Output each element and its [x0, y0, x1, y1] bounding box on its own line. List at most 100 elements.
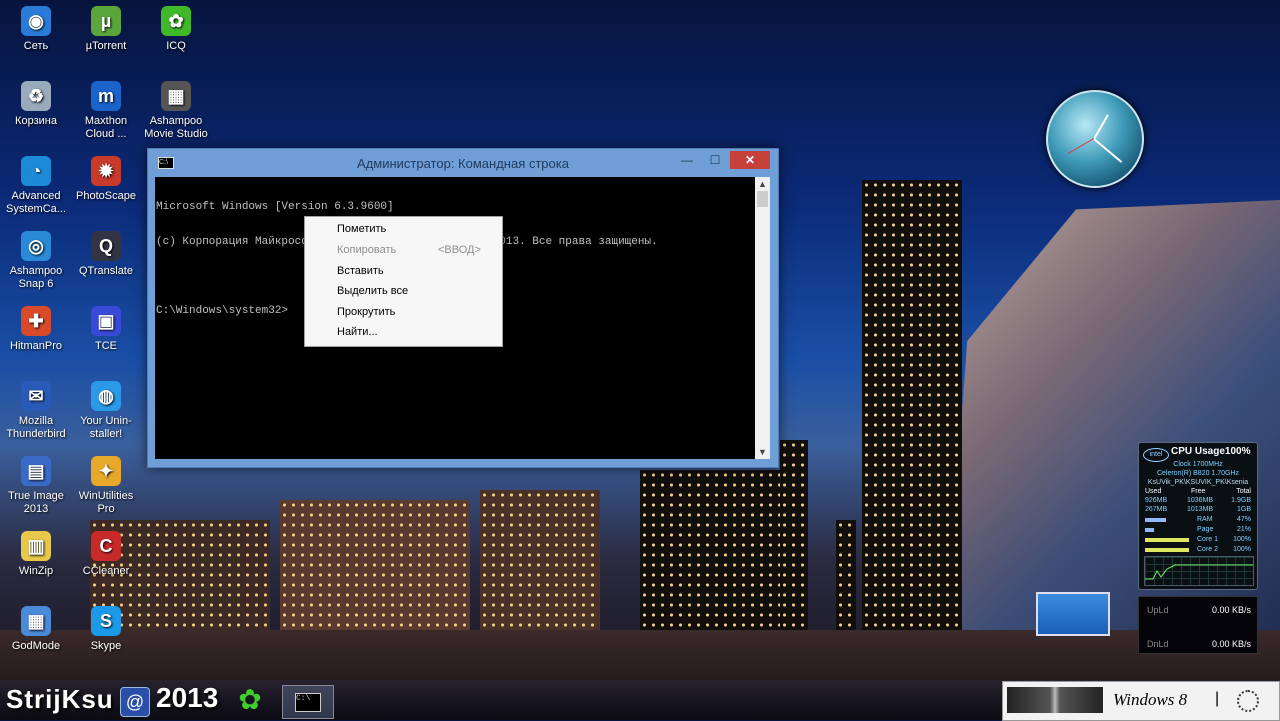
- menu-item-paste[interactable]: Вставить: [337, 265, 384, 277]
- desktop-icon[interactable]: ▦ Ashampoo Movie Studio: [140, 81, 212, 141]
- desktop-icon-label: TCE: [95, 340, 117, 352]
- desktop-icon[interactable]: ✚ HitmanPro: [0, 306, 72, 353]
- desktop-icon-label: WinUtilities Pro: [78, 490, 134, 515]
- desktop-icon-label: Your Unin-staller!: [80, 415, 132, 440]
- network-icon: ◉: [21, 6, 51, 36]
- cmd-titlebar[interactable]: C:\ Администратор: Командная строка — ☐ …: [148, 149, 778, 177]
- minimize-button[interactable]: —: [674, 151, 700, 169]
- menu-item-find[interactable]: Найти...: [337, 326, 378, 338]
- meter-value: 21%: [1236, 526, 1251, 533]
- menu-item-select-all[interactable]: Выделить все: [337, 285, 408, 297]
- desktop-icon[interactable]: m Maxthon Cloud ...: [70, 81, 142, 141]
- menu-item-copy-shortcut: <ВВОД>: [438, 244, 481, 256]
- cmd-taskbar-button[interactable]: C:\: [282, 685, 334, 719]
- clock-gadget[interactable]: [1046, 90, 1144, 188]
- desktop-icon[interactable]: ▤ True Image 2013: [0, 456, 72, 516]
- meter-value: 47%: [1236, 516, 1251, 523]
- desktop-icon[interactable]: ▣ TCE: [70, 306, 142, 353]
- true-image-icon: ▤: [21, 456, 51, 486]
- mem-header: Free: [1191, 488, 1206, 495]
- advanced-systemcare-icon: ◔: [21, 156, 51, 186]
- ccleaner-icon: C: [91, 531, 121, 561]
- cpu-usage-title: CPU Usage100%: [1171, 446, 1251, 457]
- meter-label: Core 2: [1197, 546, 1219, 553]
- desktop-icon-label: Сеть: [23, 40, 49, 52]
- desktop-icon[interactable]: C CCleaner: [70, 531, 142, 578]
- skype-icon: S: [91, 606, 121, 636]
- desktop-icon-label: Maxthon Cloud ...: [84, 115, 128, 140]
- desktop-icon[interactable]: ✿ ICQ: [140, 6, 212, 53]
- desktop-icon-label: µTorrent: [85, 40, 127, 52]
- desktop-icon[interactable]: ◍ Your Unin-staller!: [70, 381, 142, 441]
- winzip-icon: ▥: [21, 531, 51, 561]
- windows8-logo-bar: [1007, 687, 1103, 713]
- context-menu: Пометить Копировать <ВВОД> Вставить Выде…: [304, 216, 503, 347]
- desktop-icon[interactable]: ▦ GodMode: [0, 606, 72, 653]
- desktop-icon[interactable]: ✦ WinUtilities Pro: [70, 456, 142, 516]
- clock-second-hand: [1067, 138, 1095, 154]
- desktop-icon[interactable]: ✉ Mozilla Thunderbird: [0, 381, 72, 441]
- camera-icon: ◎: [21, 231, 51, 261]
- menu-item-mark[interactable]: Пометить: [337, 223, 386, 235]
- desktop-icon[interactable]: ◉ Сеть: [0, 6, 72, 53]
- maxthon-icon: m: [91, 81, 121, 111]
- desktop-icon-label: QTranslate: [78, 265, 133, 277]
- desktop-icon-label: WinZip: [18, 565, 54, 577]
- floppy-icon: ▣: [91, 306, 121, 336]
- monitor-gadget-icon[interactable]: [1036, 592, 1110, 636]
- scroll-down-arrow-icon[interactable]: ▼: [755, 445, 770, 459]
- mem-header: Total: [1236, 488, 1251, 495]
- cpu-model: Celeron(R) B820 1.70GHz: [1156, 470, 1240, 477]
- mem-cell: 1013MB: [1187, 506, 1214, 513]
- desktop-icon[interactable]: ▥ WinZip: [0, 531, 72, 578]
- desktop-icon-label: CCleaner: [82, 565, 130, 577]
- intel-logo-icon: intel: [1143, 448, 1169, 462]
- desktop-icon[interactable]: Q QTranslate: [70, 231, 142, 278]
- scroll-up-arrow-icon[interactable]: ▲: [755, 177, 770, 191]
- watermark-year: 2013: [156, 682, 219, 713]
- desktop-icon-label: HitmanPro: [10, 340, 62, 352]
- mem-cell: 267MB: [1145, 506, 1168, 513]
- network-gadget[interactable]: UpLd 0.00 KB/s DnLd 0.00 KB/s: [1138, 596, 1258, 654]
- upload-value: 0.00 KB/s: [1211, 605, 1251, 615]
- desktop-icon[interactable]: S Skype: [70, 606, 142, 653]
- thunderbird-icon: ✉: [21, 381, 51, 411]
- recycle-bin-icon: ♻: [21, 81, 51, 111]
- download-label: DnLd: [1147, 639, 1169, 649]
- godmode-icon: ▦: [21, 606, 51, 636]
- clock-hour-hand: [1093, 114, 1109, 140]
- mem-cell: 1.9GB: [1231, 497, 1251, 504]
- mem-cell: 926MB: [1145, 497, 1168, 504]
- meter-label: Page: [1197, 526, 1214, 533]
- cpu-usage-gadget[interactable]: intel CPU Usage100% Clock 1700MHz Celero…: [1138, 442, 1258, 590]
- menu-item-scroll[interactable]: Прокрутить: [337, 306, 395, 318]
- vertical-scrollbar[interactable]: ▲ ▼: [755, 177, 770, 459]
- desktop-icon[interactable]: ◎ Ashampoo Snap 6: [0, 231, 72, 291]
- desktop-icon[interactable]: µ µTorrent: [70, 6, 142, 53]
- film-icon: ▦: [161, 81, 191, 111]
- desktop-icon-label: ICQ: [166, 40, 186, 52]
- qtranslate-icon: Q: [91, 231, 121, 261]
- cmd-taskbar-icon: C:\: [295, 693, 321, 712]
- cpu-history-graph: [1144, 556, 1254, 586]
- watermark-text: StrijKsu: [6, 684, 114, 714]
- desktop-icon-label: Skype: [90, 640, 122, 652]
- photoscape-icon: ✹: [91, 156, 121, 186]
- meter-bar: [1145, 548, 1189, 552]
- meter-bar: [1145, 538, 1189, 542]
- desktop-icon[interactable]: ✹ PhotoScape: [70, 156, 142, 203]
- icq-taskbar-icon[interactable]: ✿: [234, 684, 266, 716]
- desktop-icon-label: Ashampoo Movie Studio: [144, 115, 208, 140]
- menu-item-copy[interactable]: Копировать: [337, 244, 396, 256]
- ie-taskbar-icon[interactable]: @: [120, 687, 150, 717]
- scroll-thumb[interactable]: [757, 191, 768, 207]
- maximize-button[interactable]: ☐: [702, 151, 728, 169]
- wallpaper-tower: [862, 180, 962, 680]
- desktop-icon[interactable]: ♻ Корзина: [0, 81, 72, 128]
- cpu-user: KsUVik_PK\KSUVIK_PK\Ksenia: [1147, 479, 1249, 486]
- close-button[interactable]: ✕: [730, 151, 770, 169]
- mem-header: Used: [1145, 488, 1162, 495]
- desktop-icon[interactable]: ◔ Advanced SystemCa...: [0, 156, 72, 216]
- desktop-icon-label: True Image 2013: [8, 490, 64, 515]
- cpu-clock: Clock 1700MHz: [1173, 461, 1223, 468]
